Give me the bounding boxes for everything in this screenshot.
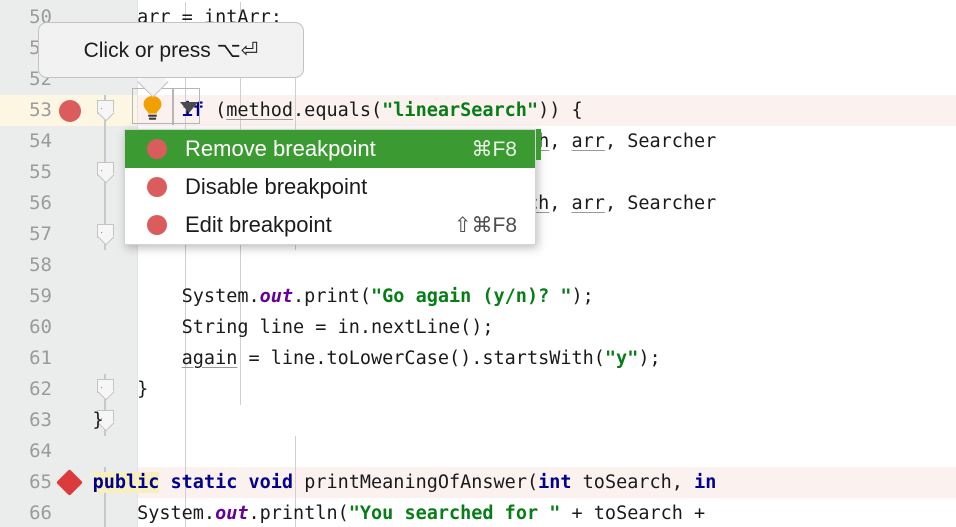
line-number: 56	[29, 192, 52, 214]
line-number: 63	[29, 409, 52, 431]
line-number: 57	[29, 223, 52, 245]
code-line-text: System.out.print("Go again (y/n)? ");	[48, 286, 594, 307]
context-menu-item[interactable]: Remove breakpoint ⌘F8	[125, 130, 535, 168]
context-menu-item-label: Disable breakpoint	[185, 174, 368, 199]
code-line-text: String line = in.nextLine();	[48, 317, 494, 338]
line-number: 62	[29, 378, 52, 400]
intention-bulb-widget[interactable]	[132, 88, 200, 125]
code-line-text: }	[48, 410, 104, 431]
line-number: 60	[29, 316, 52, 338]
line-number: 65	[29, 471, 52, 493]
breakpoint-icon	[147, 177, 167, 197]
tooltip-tail-mask	[132, 66, 176, 75]
context-menu-item[interactable]: Edit breakpoint ⇧⌘F8	[125, 206, 535, 244]
indent-guide	[185, 2, 186, 527]
context-menu-item[interactable]: Disable breakpoint	[125, 168, 535, 206]
context-menu-item-shortcut: ⇧⌘F8	[453, 213, 517, 237]
code-line-text: System.out.println("You searched for " +…	[48, 503, 717, 524]
code-line-text: again = line.toLowerCase().startsWith("y…	[181, 348, 661, 369]
breakpoint-context-menu[interactable]: Remove breakpoint ⌘F8 Disable breakpoint Ed…	[124, 129, 536, 245]
code-line-row	[0, 250, 956, 281]
editor-window: 505152535455565758596061626364656667 arr…	[0, 0, 956, 527]
line-number: 59	[29, 285, 52, 307]
context-menu-item-label: Edit breakpoint	[185, 212, 332, 237]
line-number: 58	[29, 254, 52, 276]
context-menu-item-shortcut: ⌘F8	[471, 137, 517, 161]
code-line-row	[0, 436, 956, 467]
caret-down-icon[interactable]	[180, 102, 198, 113]
lightbulb-icon[interactable]	[141, 95, 164, 120]
fold-rail-gap	[103, 436, 107, 467]
code-line-text: }	[48, 379, 149, 400]
line-number: 66	[29, 502, 52, 524]
line-number: 61	[29, 347, 52, 369]
code-line-text: public static void printMeaningOfAnswer(…	[92, 472, 717, 493]
breakpoint-icon	[147, 139, 167, 159]
bulb-divider	[172, 89, 174, 125]
line-number: 55	[29, 161, 52, 183]
gutter-border	[137, 0, 138, 527]
tooltip-label: Click or press ⌥⏎	[83, 38, 259, 62]
context-menu-item-label: Remove breakpoint	[185, 136, 376, 161]
breakpoint-icon	[147, 215, 167, 235]
line-number: 53	[29, 99, 52, 121]
line-number: 54	[29, 130, 52, 152]
line-number: 64	[29, 440, 52, 462]
execution-point-stripe	[536, 129, 541, 160]
